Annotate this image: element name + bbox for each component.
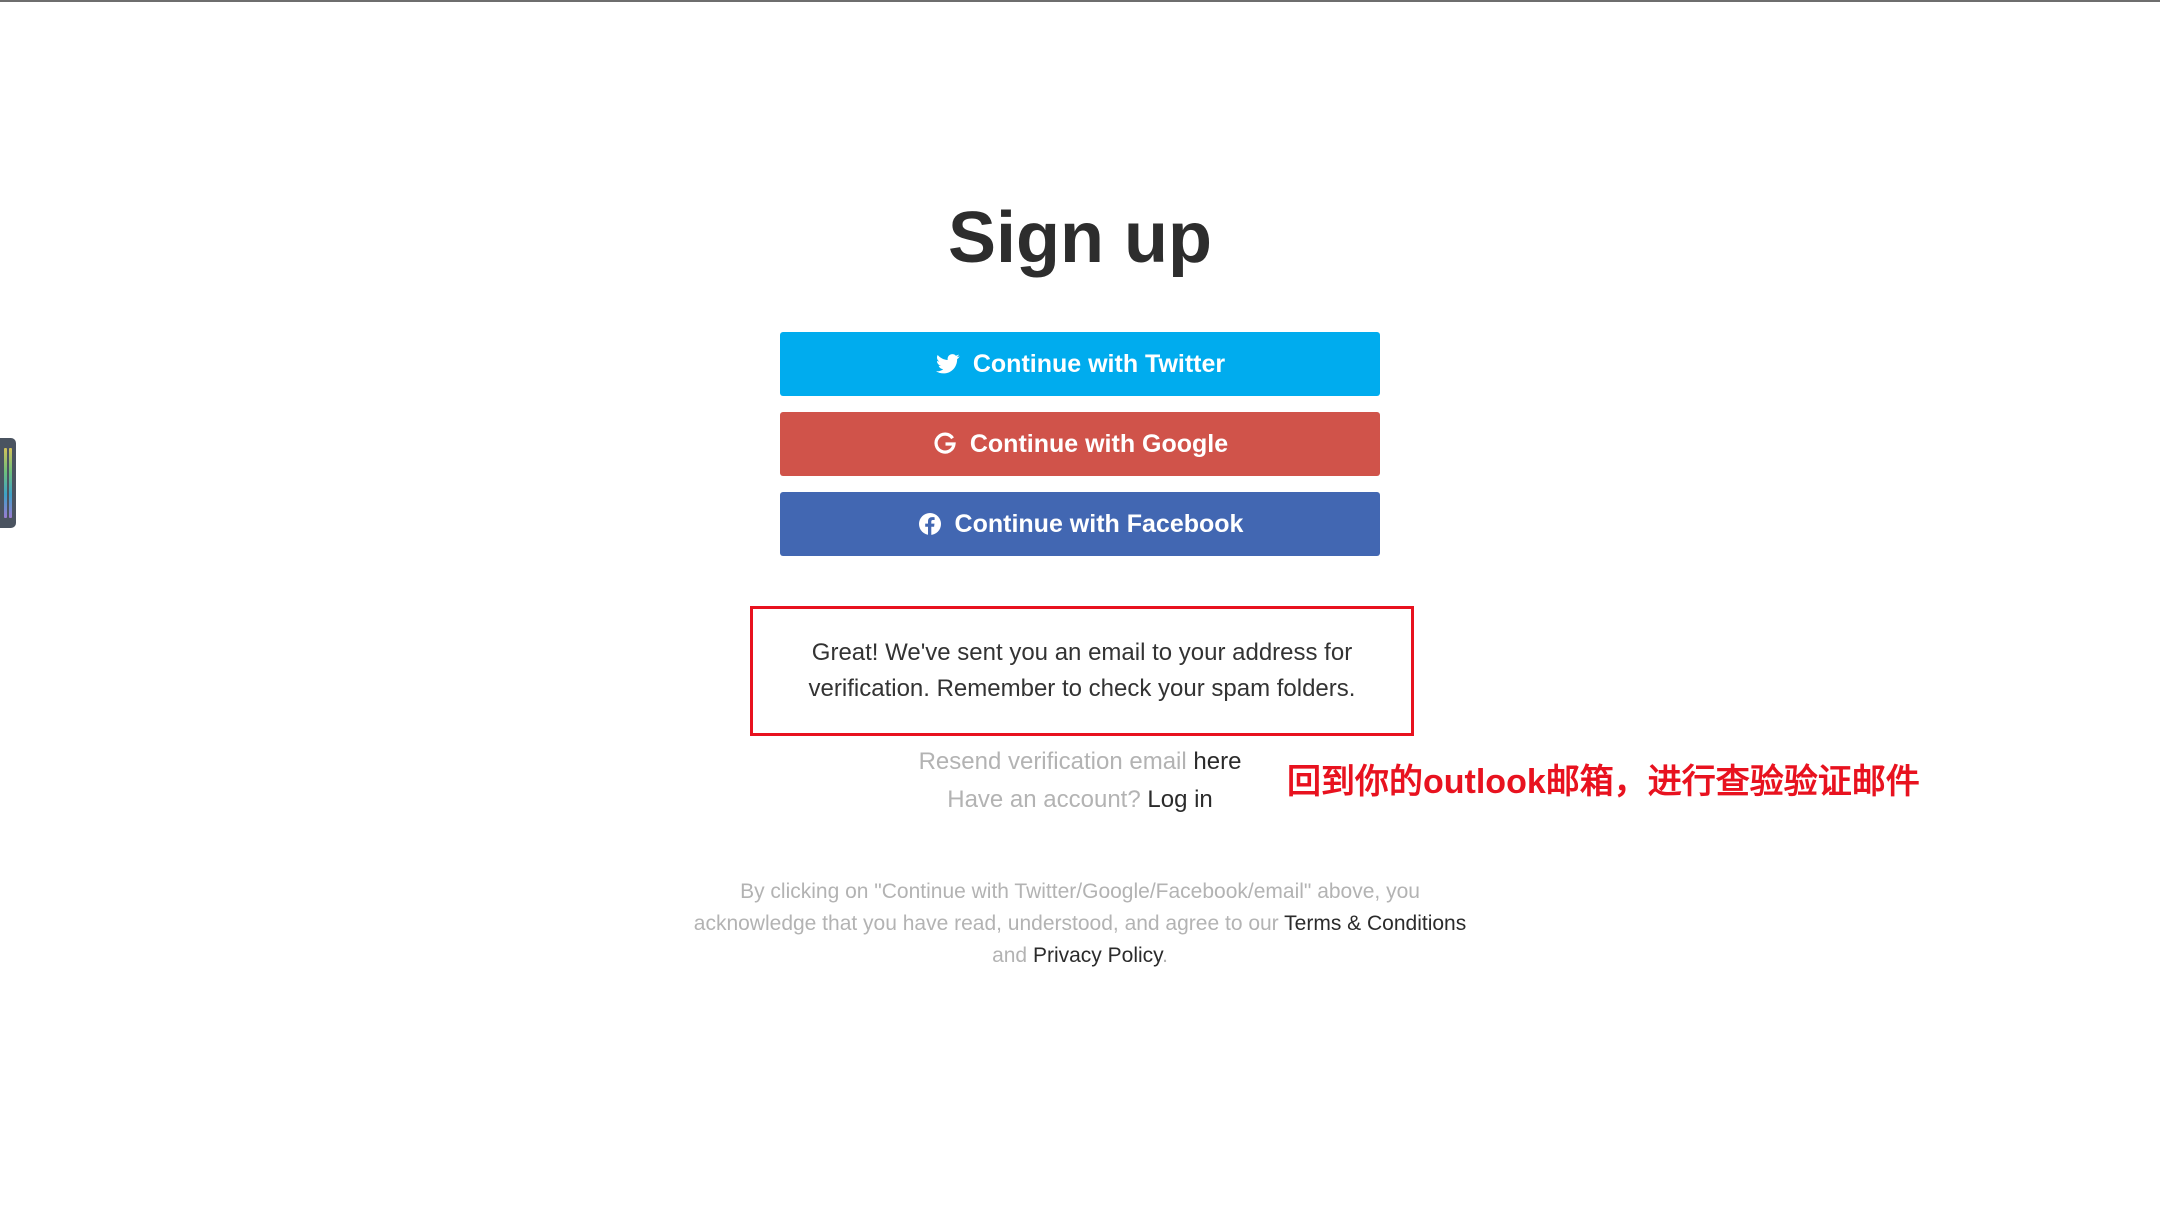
legal-and-text: and [992, 944, 1028, 967]
google-button-label: Continue with Google [969, 429, 1229, 458]
resend-here-link[interactable]: here [1193, 748, 1241, 775]
continue-with-facebook-button[interactable]: Continue with Facebook [780, 492, 1380, 556]
legal-period: . [1162, 944, 1168, 967]
continue-with-google-button[interactable]: Continue with Google [780, 412, 1380, 476]
facebook-icon [917, 511, 943, 537]
side-panel-tab[interactable] [0, 438, 16, 528]
have-account-text: Have an account? [947, 786, 1141, 813]
legal-line-2-text: acknowledge that you have read, understo… [693, 912, 1279, 935]
twitter-button-label: Continue with Twitter [972, 349, 1226, 378]
legal-disclaimer: By clicking on "Continue with Twitter/Go… [640, 876, 1520, 972]
resend-text: Resend verification email [918, 748, 1187, 775]
privacy-policy-link[interactable]: Privacy Policy [1033, 944, 1162, 967]
notice-line-2: verification. Remember to check your spa… [808, 675, 1356, 702]
verification-notice: Great! We've sent you an email to your a… [750, 606, 1414, 736]
continue-with-twitter-button[interactable]: Continue with Twitter [780, 332, 1380, 396]
login-link[interactable]: Log in [1147, 786, 1212, 813]
equalizer-icon [4, 448, 7, 518]
google-icon [932, 431, 958, 457]
twitter-icon [935, 351, 961, 377]
legal-line-3: and Privacy Policy. [640, 940, 1520, 972]
facebook-button-label: Continue with Facebook [954, 509, 1244, 538]
legal-line-2: acknowledge that you have read, understo… [640, 908, 1520, 940]
legal-line-1: By clicking on "Continue with Twitter/Go… [740, 880, 1420, 903]
signup-page: Sign up Continue with Twitter Continue w… [0, 0, 2160, 1226]
page-title: Sign up [948, 198, 1212, 278]
terms-conditions-link[interactable]: Terms & Conditions [1284, 912, 1466, 935]
equalizer-bar [9, 448, 12, 518]
notice-line-1: Great! We've sent you an email to your a… [811, 639, 1353, 666]
annotation-note: 回到你的outlook邮箱，进行查验验证邮件 [1287, 763, 1920, 801]
